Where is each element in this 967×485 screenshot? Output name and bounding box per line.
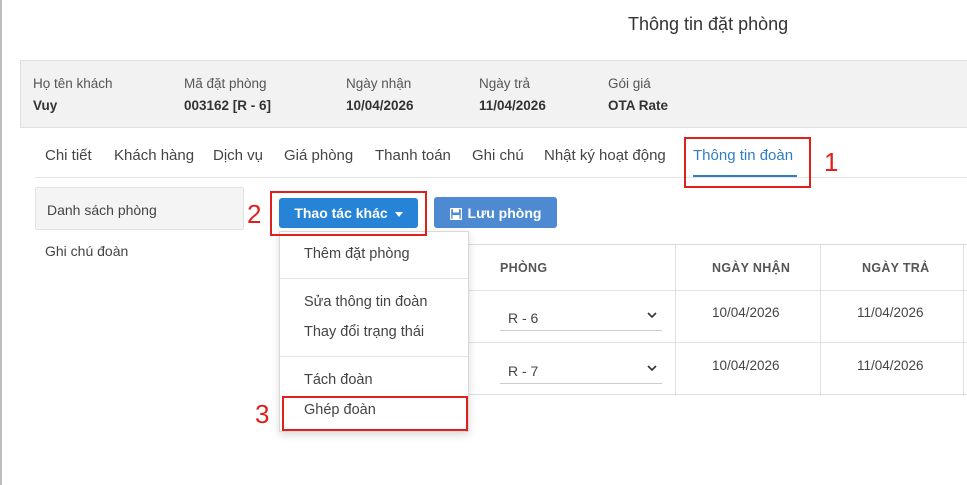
guest-name-group: Họ tên khách Vuy (33, 76, 113, 113)
checkout-cell: 11/04/2026 (857, 305, 924, 320)
dialog-title: Thông tin đặt phòng (628, 14, 789, 34)
save-room-button[interactable]: Lưu phòng (434, 197, 557, 228)
booking-summary-bar: Họ tên khách Vuy Mã đặt phòng 003162 [R … (20, 60, 967, 128)
checkout-label: Ngày trả (479, 76, 531, 91)
annotation-number-1: 1 (824, 147, 839, 177)
rate-plan-value: OTA Rate (608, 98, 669, 113)
guest-name-value: Vuy (33, 98, 58, 113)
header-checkin: NGÀY NHẬN (712, 260, 791, 275)
row-divider (469, 342, 967, 343)
tab-details[interactable]: Chi tiết (45, 147, 92, 164)
booking-code-value: 003162 [R - 6] (184, 98, 272, 113)
rate-plan-label: Gói giá (608, 76, 651, 91)
room-select-value: R - 7 (508, 363, 539, 379)
annotation-box-2 (270, 191, 427, 236)
menu-divider (280, 356, 468, 357)
header-divider (469, 290, 967, 291)
column-divider (820, 245, 821, 396)
annotation-number-3: 3 (255, 399, 270, 429)
tab-services[interactable]: Dịch vụ (213, 147, 263, 164)
tab-activity-log[interactable]: Nhật ký hoạt động (544, 147, 666, 164)
menu-divider (280, 278, 468, 279)
guest-name-label: Họ tên khách (33, 76, 113, 91)
room-select-value: R - 6 (508, 310, 539, 326)
sidebar-item-room-list-label: Danh sách phòng (47, 202, 157, 218)
checkout-group: Ngày trả 11/04/2026 (479, 76, 546, 113)
sidebar-item-group-note[interactable]: Ghi chú đoàn (45, 243, 128, 259)
checkout-value: 11/04/2026 (479, 98, 546, 113)
room-select[interactable]: R - 7 (500, 358, 662, 384)
booking-code-group: Mã đặt phòng 003162 [R - 6] (184, 76, 271, 113)
tab-notes[interactable]: Ghi chú (472, 147, 524, 164)
room-select[interactable]: R - 6 (500, 305, 662, 331)
tab-room-rates[interactable]: Giá phòng (284, 147, 353, 164)
sidebar-item-room-list[interactable]: Danh sách phòng (35, 187, 244, 230)
checkin-value: 10/04/2026 (346, 98, 414, 113)
menu-item-split-group[interactable]: Tách đoàn (304, 372, 373, 388)
annotation-box-3 (282, 396, 468, 431)
menu-item-change-status[interactable]: Thay đổi trạng thái (304, 324, 424, 340)
checkin-group: Ngày nhận 10/04/2026 (346, 76, 414, 113)
save-icon (449, 207, 462, 220)
checkout-cell: 11/04/2026 (857, 358, 924, 373)
column-divider (963, 245, 964, 396)
annotation-box-1 (684, 137, 811, 188)
tab-payments[interactable]: Thanh toán (375, 147, 451, 164)
booking-code-label: Mã đặt phòng (184, 76, 267, 91)
checkin-label: Ngày nhận (346, 76, 412, 91)
chevron-down-icon (647, 365, 657, 372)
checkin-cell: 10/04/2026 (712, 305, 780, 320)
tab-customers[interactable]: Khách hàng (114, 147, 194, 164)
menu-item-edit-group[interactable]: Sửa thông tin đoàn (304, 294, 427, 310)
menu-item-add-booking[interactable]: Thêm đặt phòng (304, 246, 410, 262)
chevron-down-icon (647, 312, 657, 319)
header-room: PHÒNG (500, 260, 548, 275)
window-edge (0, 0, 2, 485)
group-rooms-table: PHÒNG NGÀY NHẬN NGÀY TRẢ R - 6 10/04/202… (469, 244, 967, 396)
checkin-cell: 10/04/2026 (712, 358, 780, 373)
header-checkout: NGÀY TRẢ (862, 260, 930, 275)
annotation-number-2: 2 (247, 199, 262, 229)
column-divider (675, 245, 676, 396)
rate-plan-group: Gói giá OTA Rate (608, 76, 668, 113)
save-room-label: Lưu phòng (467, 204, 542, 221)
